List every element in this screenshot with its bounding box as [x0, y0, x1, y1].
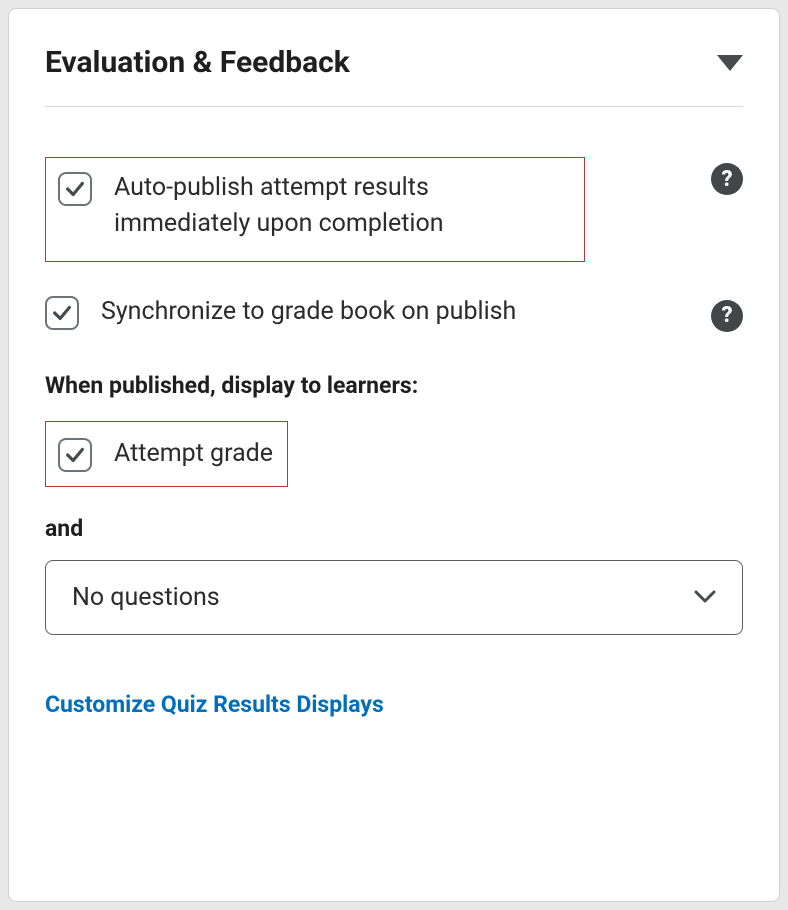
collapse-icon	[717, 55, 743, 71]
questions-dropdown-value: No questions	[72, 583, 220, 612]
auto-publish-help-icon[interactable]: ?	[711, 163, 743, 195]
display-section-heading: When published, display to learners:	[45, 372, 743, 399]
sync-gradebook-label: Synchronize to grade book on publish	[101, 294, 516, 330]
attempt-grade-option: Attempt grade	[45, 421, 743, 487]
chevron-down-icon	[694, 590, 716, 604]
auto-publish-option: Auto-publish attempt results immediately…	[45, 157, 743, 262]
attempt-grade-label: Attempt grade	[114, 436, 273, 472]
questions-dropdown[interactable]: No questions	[45, 560, 743, 635]
divider	[45, 106, 743, 107]
checkmark-icon	[51, 302, 73, 324]
evaluation-feedback-panel: Evaluation & Feedback Auto-publish attem…	[8, 8, 780, 902]
panel-title: Evaluation & Feedback	[45, 45, 350, 80]
auto-publish-highlight: Auto-publish attempt results immediately…	[45, 157, 585, 262]
sync-gradebook-help-icon[interactable]: ?	[711, 300, 743, 332]
question-mark-icon: ?	[721, 167, 732, 192]
sync-gradebook-checkbox[interactable]	[45, 296, 79, 330]
checkmark-icon	[64, 178, 86, 200]
customize-results-link[interactable]: Customize Quiz Results Displays	[45, 691, 384, 718]
and-label: and	[45, 515, 743, 542]
auto-publish-checkbox[interactable]	[58, 172, 92, 206]
attempt-grade-highlight: Attempt grade	[45, 421, 288, 487]
panel-header[interactable]: Evaluation & Feedback	[45, 45, 743, 80]
question-mark-icon: ?	[721, 303, 732, 328]
checkmark-icon	[64, 444, 86, 466]
auto-publish-label: Auto-publish attempt results immediately…	[114, 170, 534, 243]
sync-gradebook-option: Synchronize to grade book on publish ?	[45, 294, 743, 332]
attempt-grade-checkbox[interactable]	[58, 438, 92, 472]
